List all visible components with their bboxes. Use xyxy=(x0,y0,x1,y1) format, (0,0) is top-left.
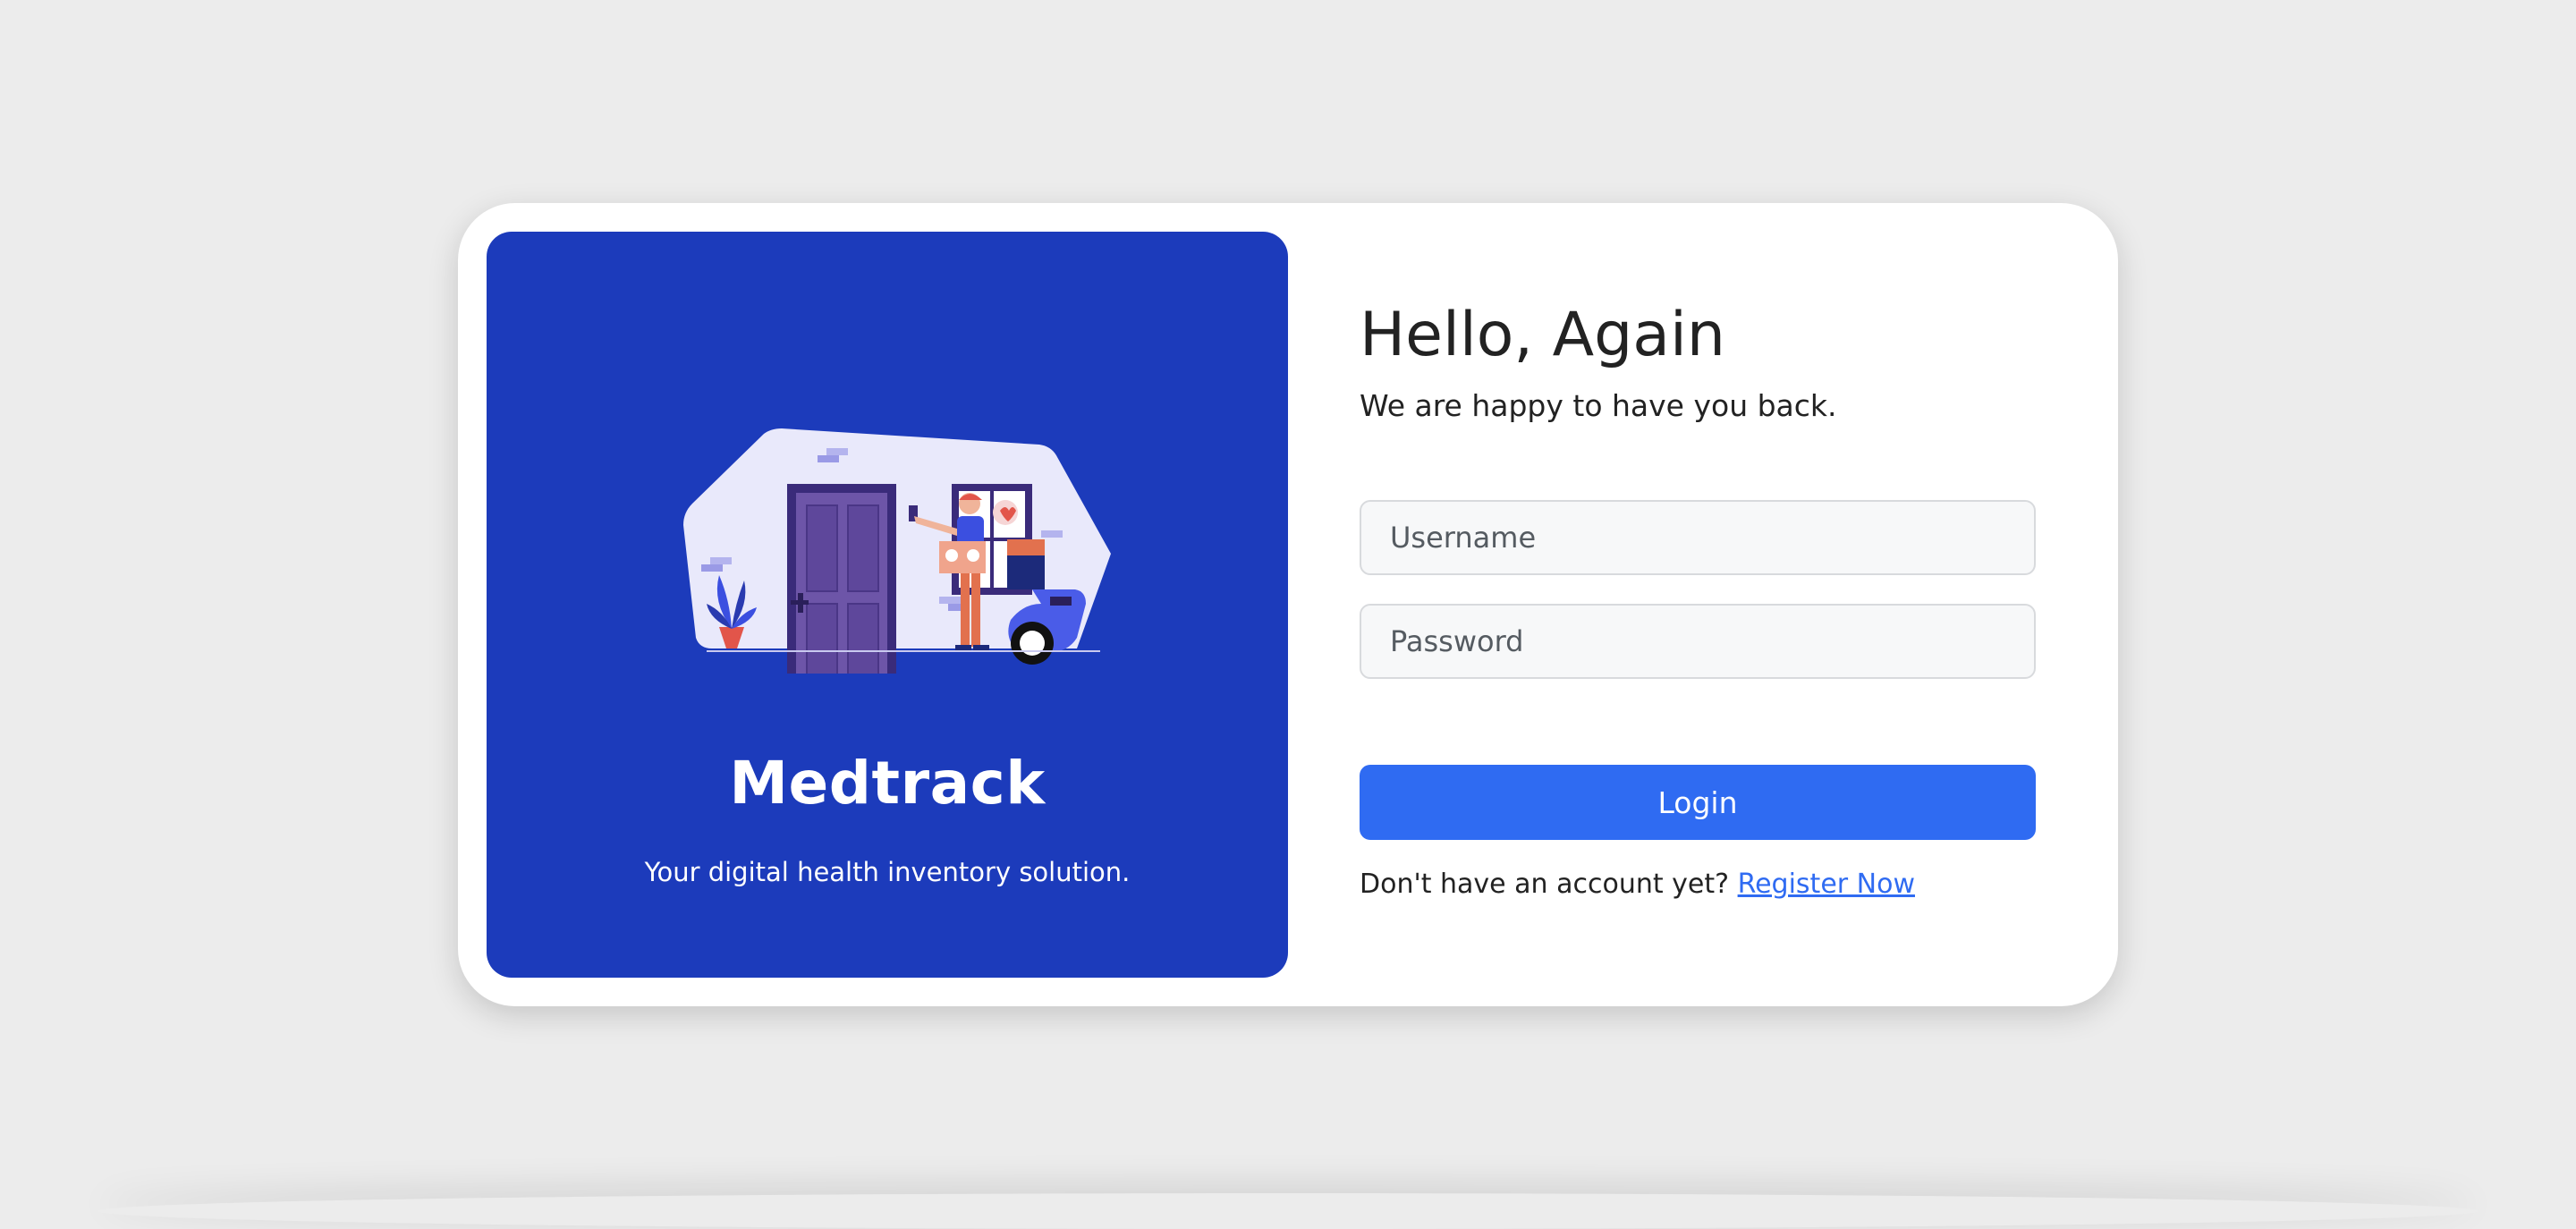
brand-name: Medtrack xyxy=(729,749,1046,818)
register-prompt-text: Don't have an account yet? xyxy=(1360,869,1730,900)
register-link[interactable]: Register Now xyxy=(1738,869,1915,900)
register-prompt: Don't have an account yet? Register Now xyxy=(1360,869,1915,900)
login-card: Medtrack Your digital health inventory s… xyxy=(458,203,2118,1006)
login-button[interactable]: Login xyxy=(1360,765,2036,840)
brand-tagline: Your digital health inventory solution. xyxy=(644,857,1131,887)
login-form: Hello, Again We are happy to have you ba… xyxy=(1360,203,2039,1006)
brand-panel: Medtrack Your digital health inventory s… xyxy=(487,232,1288,978)
page-bottom-shadow xyxy=(98,1193,2478,1229)
login-heading: Hello, Again xyxy=(1360,300,1725,370)
delivery-illustration xyxy=(683,428,1111,674)
password-input[interactable] xyxy=(1360,604,2036,679)
username-input[interactable] xyxy=(1360,500,2036,575)
login-subtitle: We are happy to have you back. xyxy=(1360,388,1837,423)
